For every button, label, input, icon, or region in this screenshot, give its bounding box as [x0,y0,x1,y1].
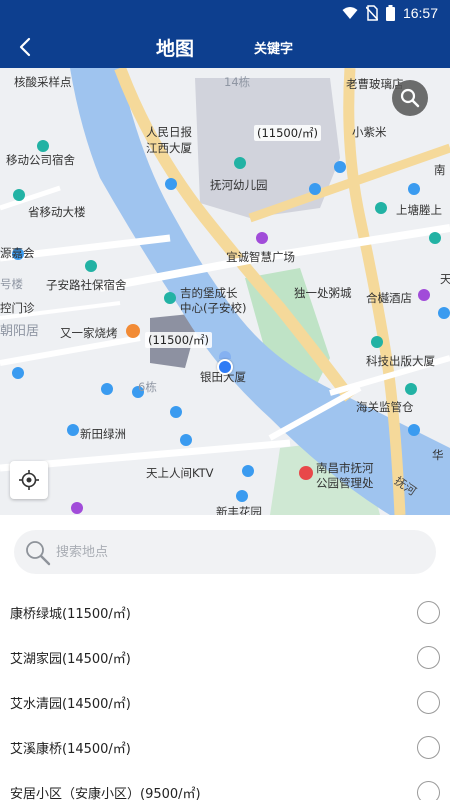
result-list: 康桥绿城(11500/㎡) 艾湖家园(14500/㎡) 艾水清园(14500/㎡… [0,590,450,800]
list-item-label: 艾水清园(14500/㎡) [10,697,131,712]
radio-button[interactable] [417,646,440,669]
app-header: 地图 关键字 [0,26,450,68]
search-bar [14,530,436,574]
chevron-left-icon [19,37,31,57]
map-label: 独一处粥城 [294,286,352,300]
map-label: 公园管理处 [316,476,374,490]
status-icons: 16:57 [342,3,438,23]
map-label: 又一家烧烤 [60,326,118,340]
map-label: 人民日报 [146,125,192,139]
keyword-button[interactable]: 关键字 [254,38,293,57]
map-label: 天 [440,272,450,286]
location-marker [217,359,233,375]
map-label: 南昌市抚河 [316,461,374,475]
map-label: 天上人间KTV [146,466,214,480]
map-label: 南 [434,163,446,177]
list-item[interactable]: 康桥绿城(11500/㎡) [0,590,450,635]
search-icon [400,88,420,108]
radio-button[interactable] [417,691,440,714]
battery-icon [385,5,395,21]
map-label: 上塘塍上 [396,203,442,217]
map-label: 抚河幼儿园 [210,178,268,192]
map-label: 移动公司宿舍 [6,153,75,167]
map-label: 14栋 [224,75,251,89]
map-search-button[interactable] [392,80,428,116]
map-label: 吉的堡成长 [180,286,238,300]
radio-button[interactable] [417,781,440,800]
crosshair-icon [19,470,39,490]
map-label: 新田绿洲 [80,427,126,441]
map-label: 海关监管仓 [356,400,414,414]
map-label: 朝阳居 [0,324,40,339]
map-label: 江西大厦 [146,141,192,155]
page-title: 地图 [156,38,195,60]
search-icon [26,541,51,566]
no-sim-icon [365,5,378,21]
list-item-label: 康桥绿城(11500/㎡) [10,607,131,622]
list-item[interactable]: 艾水清园(14500/㎡) [0,680,450,725]
back-button[interactable] [10,32,40,62]
list-item[interactable]: 安居小区（安康小区）(9500/㎡) [0,770,450,800]
map-label: 源嘉会 [0,246,35,260]
map-label: 宜诚智慧广场 [226,250,295,264]
location-marker-pointer [219,351,231,359]
map-view[interactable]: 核酸采样点 人民日报 江西大厦 移动公司宿舍 抚河幼儿园 小紫米 省移动大楼 上… [0,68,450,515]
locate-me-button[interactable] [10,461,48,499]
status-time: 16:57 [402,5,438,21]
radio-button[interactable] [417,601,440,624]
list-item-label: 艾湖家园(14500/㎡) [10,652,131,667]
map-label: 华 [432,448,444,462]
price-tag[interactable]: (11500/㎡) [145,332,212,348]
map-label: 新丰花园 [216,505,262,515]
map-label: 合樾酒店 [366,291,412,305]
map-label: 省移动大楼 [28,205,86,219]
list-item-label: 艾溪康桥(14500/㎡) [10,742,131,757]
map-label: 控门诊 [0,301,35,315]
map-label: 子安路社保宿舍 [46,278,127,292]
list-item[interactable]: 艾溪康桥(14500/㎡) [0,725,450,770]
list-item-label: 安居小区（安康小区）(9500/㎡) [10,787,201,800]
list-item[interactable]: 艾湖家园(14500/㎡) [0,635,450,680]
map-label: 小紫米 [352,125,387,139]
map-label: 科技出版大厦 [366,354,435,368]
map-label: 核酸采样点 [14,75,72,89]
map-label: 6栋 [138,380,157,394]
map-label: 中心(子安校) [180,301,247,315]
price-tag[interactable]: (11500/㎡) [254,125,321,141]
radio-button[interactable] [417,736,440,759]
status-bar: 16:57 [0,0,450,26]
map-label: 号楼 [0,277,23,291]
wifi-icon [342,7,358,19]
search-input[interactable] [56,530,416,574]
